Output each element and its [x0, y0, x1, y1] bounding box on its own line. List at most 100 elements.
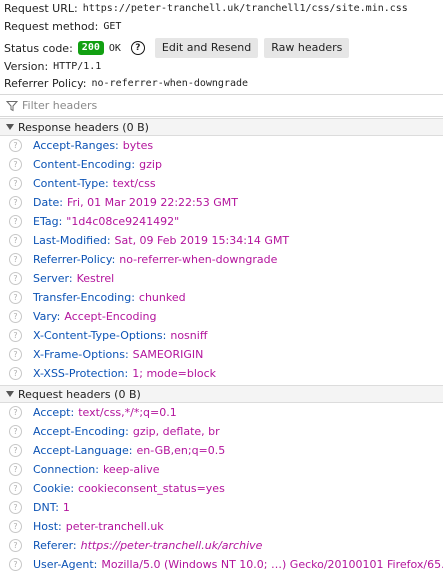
filter-headers-input[interactable] — [22, 99, 402, 112]
header-row[interactable]: ? Transfer-Encoding: chunked — [0, 288, 443, 307]
header-value[interactable]: text/css,*/*;q=0.1 — [78, 406, 177, 419]
header-name: DNT: — [33, 501, 59, 514]
response-headers-list: ? Accept-Ranges: bytes? Content-Encoding: gz… — [0, 136, 443, 383]
header-value[interactable]: chunked — [139, 291, 186, 304]
header-name: Last-Modified: — [33, 234, 111, 247]
help-icon[interactable]: ? — [9, 272, 22, 285]
filter-bar — [0, 94, 443, 117]
help-icon[interactable]: ? — [9, 177, 22, 190]
help-icon[interactable]: ? — [9, 158, 22, 171]
request-method-row: Request method: GET — [4, 20, 121, 33]
header-name: Accept-Language: — [33, 444, 133, 457]
header-row[interactable]: ? X-Content-Type-Options: nosniff — [0, 326, 443, 345]
help-icon[interactable]: ? — [9, 348, 22, 361]
header-name: X-Frame-Options: — [33, 348, 129, 361]
header-value[interactable]: https://peter-tranchell.uk/archive — [81, 539, 263, 552]
header-row[interactable]: ? Accept-Ranges: bytes — [0, 136, 443, 155]
help-icon[interactable]: ? — [9, 444, 22, 457]
header-row[interactable]: ? Connection: keep-alive — [0, 460, 443, 479]
header-row[interactable]: ? User-Agent: Mozilla/5.0 (Windows NT 10.0… — [0, 555, 443, 574]
header-row[interactable]: ? Date: Fri, 01 Mar 2019 22:22:53 GMT — [0, 193, 443, 212]
collapse-triangle-icon[interactable] — [6, 391, 14, 397]
header-value[interactable]: 1; mode=block — [132, 367, 216, 380]
header-value[interactable]: cookieconsent_status=yes — [78, 482, 225, 495]
header-value[interactable]: nosniff — [170, 329, 207, 342]
header-name: Content-Encoding: — [33, 158, 136, 171]
help-icon[interactable]: ? — [9, 425, 22, 438]
header-value[interactable]: SAMEORIGIN — [133, 348, 204, 361]
version-value: HTTP/1.1 — [53, 61, 102, 72]
help-icon[interactable]: ? — [9, 367, 22, 380]
referrer-policy-value: no-referrer-when-downgrade — [91, 78, 249, 89]
header-value[interactable]: gzip — [139, 158, 162, 171]
response-headers-section-header[interactable]: Response headers (0 B) — [0, 118, 443, 136]
header-value[interactable]: keep-alive — [103, 463, 160, 476]
help-icon[interactable]: ? — [9, 501, 22, 514]
header-row[interactable]: ? Accept-Encoding: gzip, deflate, br — [0, 422, 443, 441]
request-headers-title: Request headers (0 B) — [18, 387, 141, 401]
raw-headers-button[interactable]: Raw headers — [264, 38, 350, 58]
header-value[interactable]: Kestrel — [77, 272, 115, 285]
header-row[interactable]: ? Referer: https://peter-tranchell.uk/arch… — [0, 536, 443, 555]
header-value[interactable]: en-GB,en;q=0.5 — [136, 444, 225, 457]
help-icon[interactable]: ? — [9, 234, 22, 247]
header-name: ETag: — [33, 215, 63, 228]
collapse-triangle-icon[interactable] — [6, 124, 14, 130]
header-row[interactable]: ? Accept-Language: en-GB,en;q=0.5 — [0, 441, 443, 460]
help-icon[interactable]: ? — [9, 539, 22, 552]
header-value[interactable]: Fri, 01 Mar 2019 22:22:53 GMT — [67, 196, 238, 209]
help-icon[interactable]: ? — [9, 558, 22, 571]
header-value[interactable]: no-referrer-when-downgrade — [119, 253, 277, 266]
header-name: Vary: — [33, 310, 61, 323]
help-icon[interactable]: ? — [9, 406, 22, 419]
header-value[interactable]: 1 — [63, 501, 70, 514]
header-row[interactable]: ? Cookie: cookieconsent_status=yes — [0, 479, 443, 498]
header-name: Accept-Encoding: — [33, 425, 129, 438]
header-row[interactable]: ? Referrer-Policy: no-referrer-when-downgr… — [0, 250, 443, 269]
help-icon[interactable]: ? — [9, 196, 22, 209]
header-row[interactable]: ? ETag: "1d4c08ce9241492" — [0, 212, 443, 231]
help-icon[interactable]: ? — [9, 215, 22, 228]
request-headers-section-header[interactable]: Request headers (0 B) — [0, 385, 443, 403]
header-row[interactable]: ? Host: peter-tranchell.uk — [0, 517, 443, 536]
help-icon[interactable]: ? — [130, 41, 145, 55]
header-value[interactable]: Sat, 09 Feb 2019 15:34:14 GMT — [115, 234, 290, 247]
header-name: X-Content-Type-Options: — [33, 329, 167, 342]
request-url-value[interactable]: https://peter-tranchell.uk/tranchell1/cs… — [83, 3, 408, 14]
header-row[interactable]: ? Content-Type: text/css — [0, 174, 443, 193]
header-value[interactable]: text/css — [113, 177, 156, 190]
help-icon[interactable]: ? — [9, 310, 22, 323]
help-icon[interactable]: ? — [9, 291, 22, 304]
header-row[interactable]: ? Last-Modified: Sat, 09 Feb 2019 15:34:14… — [0, 231, 443, 250]
header-value[interactable]: Accept-Encoding — [64, 310, 156, 323]
header-value[interactable]: "1d4c08ce9241492" — [66, 215, 179, 228]
status-text: OK — [108, 42, 121, 54]
header-row[interactable]: ? Vary: Accept-Encoding — [0, 307, 443, 326]
status-code-label: Status code: — [4, 41, 73, 55]
header-row[interactable]: ? X-Frame-Options: SAMEORIGIN — [0, 345, 443, 364]
header-name: User-Agent: — [33, 558, 98, 571]
edit-and-resend-button[interactable]: Edit and Resend — [154, 38, 259, 58]
version-row: Version: HTTP/1.1 — [4, 60, 101, 73]
help-icon[interactable]: ? — [9, 253, 22, 266]
request-url-label: Request URL: — [4, 2, 78, 15]
request-url-row: Request URL: https://peter-tranchell.uk/… — [4, 2, 408, 15]
header-value[interactable]: gzip, deflate, br — [133, 425, 220, 438]
header-value[interactable]: bytes — [123, 139, 153, 152]
help-icon[interactable]: ? — [9, 520, 22, 533]
header-row[interactable]: ? X-XSS-Protection: 1; mode=block — [0, 364, 443, 383]
header-row[interactable]: ? Server: Kestrel — [0, 269, 443, 288]
help-icon[interactable]: ? — [9, 329, 22, 342]
header-row[interactable]: ? Accept: text/css,*/*;q=0.1 — [0, 403, 443, 422]
header-row[interactable]: ? DNT: 1 — [0, 498, 443, 517]
header-value[interactable]: peter-tranchell.uk — [66, 520, 164, 533]
header-value[interactable]: Mozilla/5.0 (Windows NT 10.0; …) Gecko/2… — [101, 558, 443, 571]
help-icon[interactable]: ? — [9, 463, 22, 476]
status-code-row: Status code: 200 OK ? Edit and Resend Ra… — [4, 38, 355, 58]
header-name: Server: — [33, 272, 73, 285]
header-row[interactable]: ? Content-Encoding: gzip — [0, 155, 443, 174]
referrer-policy-row: Referrer Policy: no-referrer-when-downgr… — [4, 77, 248, 90]
help-icon[interactable]: ? — [9, 139, 22, 152]
request-method-label: Request method: — [4, 20, 99, 33]
help-icon[interactable]: ? — [9, 482, 22, 495]
